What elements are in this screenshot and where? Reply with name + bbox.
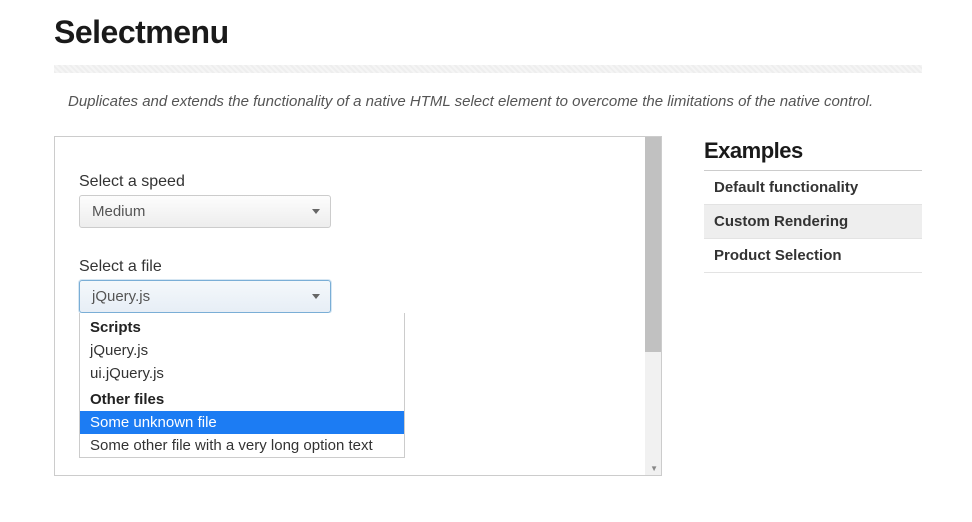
- menu-option[interactable]: jQuery.js: [80, 339, 404, 362]
- file-label: Select a file: [79, 258, 637, 276]
- speed-label: Select a speed: [79, 173, 637, 191]
- page-title: Selectmenu: [54, 14, 922, 51]
- caret-down-icon: [312, 209, 320, 214]
- scroll-down-icon[interactable]: ▼: [650, 464, 658, 473]
- menu-group-label: Scripts: [80, 313, 404, 339]
- divider: [54, 65, 922, 73]
- examples-heading: Examples: [704, 138, 922, 171]
- demo-frame: Select a speed Medium Select a file jQue…: [54, 136, 662, 476]
- intro-text: Duplicates and extends the functionality…: [68, 91, 888, 114]
- menu-option[interactable]: Some unknown file: [80, 411, 404, 434]
- file-select[interactable]: jQuery.js: [79, 280, 331, 313]
- menu-option[interactable]: Some other file with a very long option …: [80, 434, 404, 457]
- speed-select-value: Medium: [92, 203, 145, 220]
- example-item[interactable]: Custom Rendering: [704, 205, 922, 239]
- scrollbar-track[interactable]: ▲ ▼: [645, 137, 661, 475]
- speed-select[interactable]: Medium: [79, 195, 331, 228]
- menu-option[interactable]: ui.jQuery.js: [80, 362, 404, 385]
- example-item[interactable]: Default functionality: [704, 171, 922, 205]
- file-select-menu: ScriptsjQuery.jsui.jQuery.jsOther filesS…: [79, 313, 405, 458]
- scrollbar-thumb[interactable]: [645, 137, 661, 352]
- examples-sidebar: Examples Default functionalityCustom Ren…: [704, 136, 922, 273]
- menu-group-label: Other files: [80, 385, 404, 411]
- example-item[interactable]: Product Selection: [704, 239, 922, 273]
- file-select-value: jQuery.js: [92, 288, 150, 305]
- caret-down-icon: [312, 294, 320, 299]
